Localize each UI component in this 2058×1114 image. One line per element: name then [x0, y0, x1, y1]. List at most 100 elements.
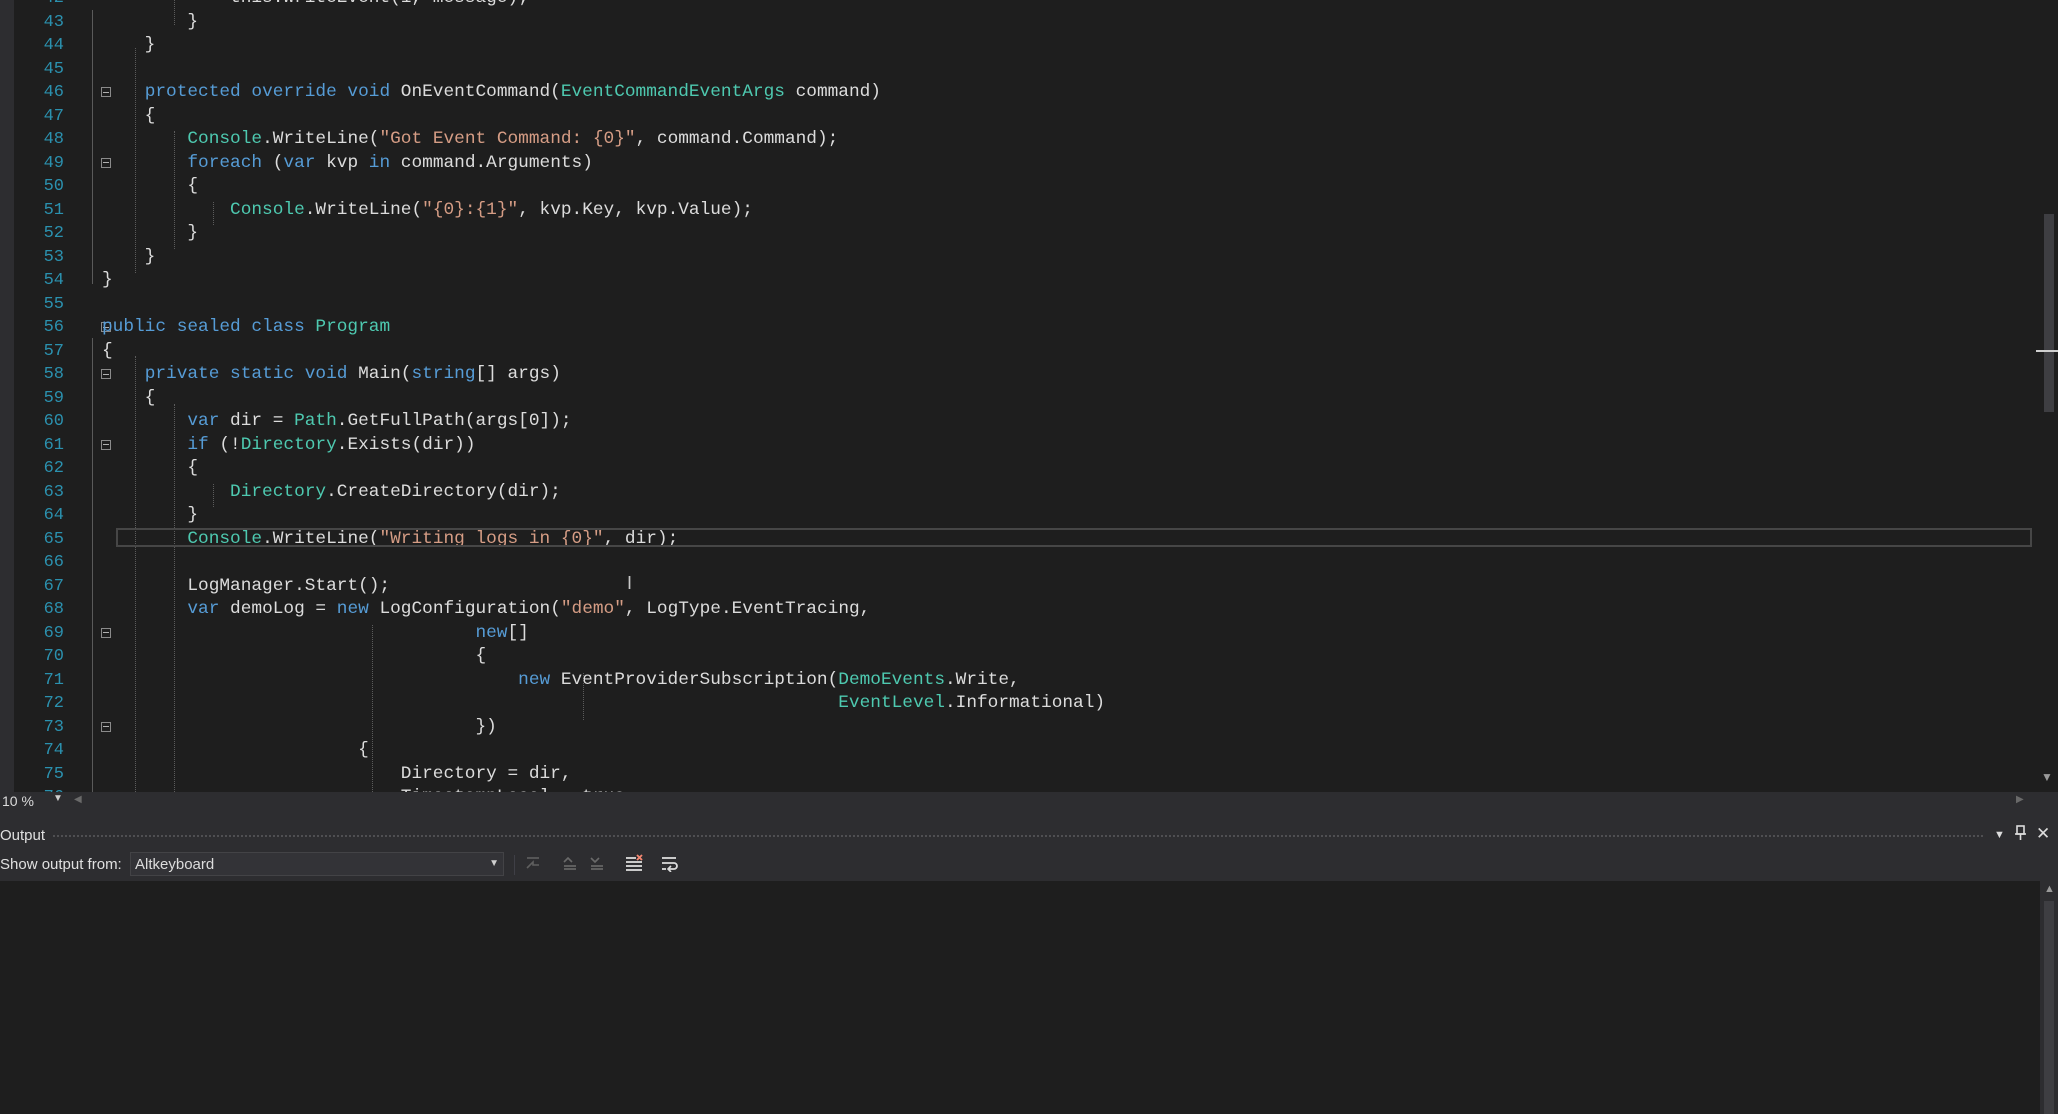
- code-line[interactable]: 72 EventLevel.Informational): [14, 692, 2040, 716]
- code-line[interactable]: 71 new EventProviderSubscription(DemoEve…: [14, 669, 2040, 693]
- caret-down-icon[interactable]: ▼: [53, 793, 63, 804]
- output-scroll-thumb[interactable]: [2044, 901, 2054, 1114]
- arrow-right-icon[interactable]: ▶: [2016, 794, 2024, 805]
- code-token: Directory: [240, 434, 337, 455]
- toggle-word-wrap-icon[interactable]: [660, 854, 680, 877]
- pin-icon[interactable]: [2014, 825, 2027, 845]
- code-line[interactable]: 54}: [14, 269, 2040, 293]
- indent-guide: [372, 625, 373, 792]
- show-output-from-label: Show output from:: [0, 856, 122, 873]
- clear-all-icon[interactable]: [624, 854, 644, 877]
- code-line[interactable]: 62 {: [14, 457, 2040, 481]
- line-number: 48: [43, 130, 64, 149]
- code-line[interactable]: 60 var dir = Path.GetFullPath(args[0]);: [14, 410, 2040, 434]
- code-lines: 42 this.WriteEvent(1, message);43 }44 }4…: [14, 0, 2040, 792]
- code-line[interactable]: 70 {: [14, 645, 2040, 669]
- code-editor[interactable]: 42 this.WriteEvent(1, message);43 }44 }4…: [14, 0, 2040, 792]
- line-number: 57: [43, 341, 64, 361]
- code-line[interactable]: 44 }: [14, 34, 2040, 58]
- editor-vertical-scrollbar[interactable]: ▼: [2036, 0, 2058, 792]
- code-token: dir =: [219, 411, 295, 431]
- chevron-down-icon[interactable]: ▼: [489, 858, 499, 869]
- panel-drag-grip[interactable]: [52, 834, 1984, 838]
- code-token: var: [283, 152, 316, 173]
- code-line[interactable]: 59 {: [14, 387, 2040, 411]
- code-line[interactable]: 61 if (!Directory.Exists(dir)): [14, 434, 2040, 458]
- code-token: {: [102, 387, 156, 408]
- output-vertical-scrollbar[interactable]: ▲: [2040, 881, 2058, 1114]
- code-line[interactable]: 69 new[]: [14, 622, 2040, 646]
- line-number: 73: [43, 717, 64, 737]
- code-line[interactable]: 73 }): [14, 716, 2040, 740]
- code-token: OnEventCommand(: [390, 82, 561, 102]
- find-message-in-code-icon[interactable]: [524, 854, 542, 877]
- code-line[interactable]: 42 this.WriteEvent(1, message);: [14, 0, 2040, 11]
- code-token: private static void: [144, 364, 348, 384]
- line-number: 50: [43, 177, 64, 196]
- scroll-down-icon[interactable]: ▼: [2041, 770, 2053, 784]
- line-number: 61: [43, 435, 64, 455]
- line-number: 63: [43, 482, 64, 502]
- code-token: "Got Event Command: {0}": [379, 129, 636, 149]
- code-token: , kvp.Key, kvp.Value);: [518, 199, 753, 220]
- code-token: }: [102, 270, 113, 290]
- code-line[interactable]: 64 }: [14, 504, 2040, 528]
- code-text: {: [102, 739, 369, 763]
- code-token: {: [102, 105, 156, 126]
- code-line[interactable]: 66: [14, 551, 2040, 575]
- code-text: }: [102, 269, 113, 293]
- code-token: EventLevel: [838, 693, 945, 713]
- panel-splitter[interactable]: [0, 811, 2058, 823]
- go-to-next-message-icon[interactable]: [588, 854, 606, 877]
- code-token: [] args): [475, 364, 561, 384]
- scroll-up-icon[interactable]: ▲: [2044, 883, 2055, 895]
- code-line[interactable]: 74 {: [14, 739, 2040, 763]
- code-line[interactable]: 75 Directory = dir,: [14, 763, 2040, 787]
- code-token: new: [518, 669, 551, 690]
- code-line[interactable]: 57 {: [14, 340, 2040, 364]
- code-line[interactable]: 50 {: [14, 175, 2040, 199]
- code-line[interactable]: 52 }: [14, 222, 2040, 246]
- code-line[interactable]: 43 }: [14, 11, 2040, 35]
- editor-scroll-thumb[interactable]: [2044, 214, 2054, 412]
- window-position-dropdown-icon[interactable]: ▼: [1994, 829, 2005, 841]
- code-token: , LogType.EventTracing,: [624, 599, 871, 619]
- close-icon[interactable]: ✕: [2036, 824, 2050, 844]
- line-number: 47: [43, 106, 64, 126]
- code-token: var: [187, 599, 220, 619]
- code-token: {: [102, 176, 199, 196]
- code-token: foreach: [187, 152, 263, 173]
- code-line[interactable]: 49 foreach (var kvp in command.Arguments…: [14, 152, 2040, 176]
- output-text-area[interactable]: [0, 881, 2040, 1114]
- output-source-value: Altkeyboard: [135, 856, 215, 873]
- code-text: {: [102, 457, 198, 481]
- code-line[interactable]: 48 Console.WriteLine("Got Event Command:…: [14, 128, 2040, 152]
- code-line[interactable]: 55: [14, 293, 2040, 317]
- code-token: .CreateDirectory(dir);: [326, 481, 561, 502]
- output-toolbar: Show output from: Altkeyboard ▼: [0, 849, 2058, 881]
- line-number: 69: [43, 623, 64, 643]
- code-line[interactable]: 63 Directory.CreateDirectory(dir);: [14, 481, 2040, 505]
- code-line[interactable]: 51 Console.WriteLine("{0}:{1}", kvp.Key,…: [14, 199, 2040, 223]
- go-to-previous-message-icon[interactable]: [561, 854, 579, 877]
- indent-guide: [174, 404, 175, 792]
- code-line[interactable]: 53 }: [14, 246, 2040, 270]
- code-text: {: [102, 645, 486, 669]
- code-line[interactable]: 68 var demoLog = new LogConfiguration("d…: [14, 598, 2040, 622]
- code-line[interactable]: 58 private static void Main(string[] arg…: [14, 363, 2040, 387]
- code-token: {: [102, 340, 113, 361]
- code-token: Main(: [347, 364, 412, 384]
- code-line[interactable]: 56 public sealed class Program: [14, 316, 2040, 340]
- code-line[interactable]: 46 protected override void OnEventComman…: [14, 81, 2040, 105]
- indent-guide: [174, 0, 175, 25]
- output-source-select[interactable]: Altkeyboard ▼: [130, 852, 504, 876]
- code-line[interactable]: 47 {: [14, 105, 2040, 129]
- code-text: {: [102, 175, 198, 199]
- code-text: Directory = dir,: [102, 763, 572, 787]
- arrow-left-icon[interactable]: ◀: [74, 794, 82, 805]
- line-number: 52: [43, 224, 64, 243]
- zoom-level[interactable]: 10 %: [2, 793, 34, 809]
- code-line[interactable]: 45: [14, 58, 2040, 82]
- code-line[interactable]: 67 LogManager.Start();: [14, 575, 2040, 599]
